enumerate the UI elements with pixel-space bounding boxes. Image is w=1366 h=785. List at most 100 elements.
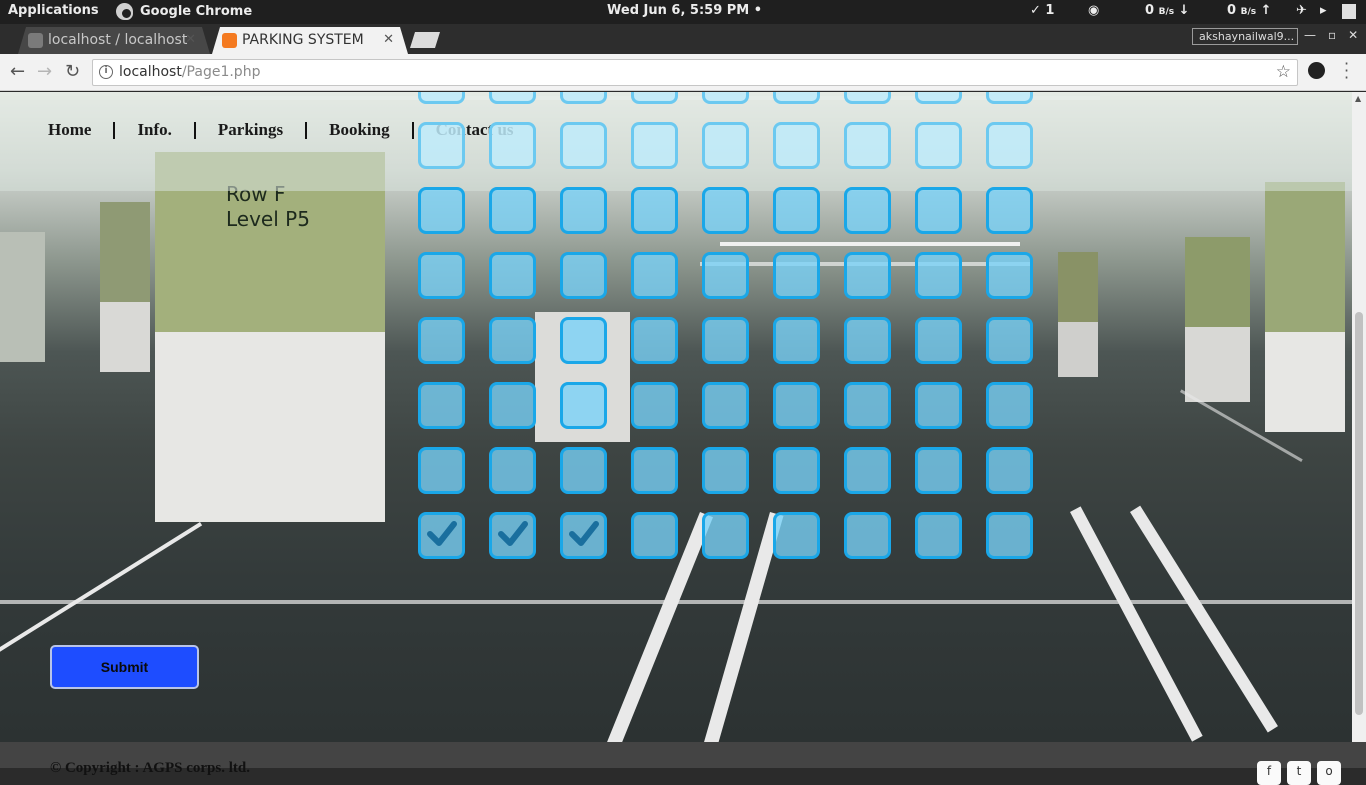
parking-slot-checkbox[interactable] xyxy=(773,252,820,299)
scroll-up-icon[interactable]: ▲ xyxy=(1355,94,1361,103)
tab-phpmyadmin[interactable]: localhost / localhost ✕ xyxy=(18,27,210,54)
nav-home[interactable]: Home xyxy=(48,120,91,140)
parking-slot-checkbox[interactable] xyxy=(773,317,820,364)
parking-slot-checkbox[interactable] xyxy=(844,122,891,169)
parking-slot-checkbox[interactable] xyxy=(489,317,536,364)
updates-indicator[interactable]: ✓ 1 xyxy=(1030,3,1054,18)
maximize-icon[interactable]: ▫ xyxy=(1328,28,1336,42)
parking-slot-checkbox[interactable] xyxy=(489,382,536,429)
parking-slot-checkbox[interactable] xyxy=(915,447,962,494)
parking-slot-checkbox[interactable] xyxy=(915,512,962,559)
close-tab-icon[interactable]: ✕ xyxy=(185,27,196,53)
close-tab-icon[interactable]: ✕ xyxy=(383,27,394,53)
parking-slot-checkbox[interactable] xyxy=(560,122,607,169)
parking-slot-checkbox[interactable] xyxy=(631,447,678,494)
twitter-icon[interactable]: t xyxy=(1287,761,1311,785)
parking-slot-checkbox[interactable] xyxy=(631,317,678,364)
parking-slot-checkbox[interactable] xyxy=(418,382,465,429)
parking-slot-checkbox[interactable] xyxy=(844,382,891,429)
parking-slot-checkbox[interactable] xyxy=(773,187,820,234)
parking-slot-checkbox[interactable] xyxy=(560,187,607,234)
parking-slot-checkbox[interactable] xyxy=(489,512,536,559)
parking-slot-checkbox[interactable] xyxy=(631,187,678,234)
parking-slot-checkbox[interactable] xyxy=(844,252,891,299)
parking-slot-checkbox[interactable] xyxy=(986,382,1033,429)
parking-slot-checkbox[interactable] xyxy=(915,252,962,299)
parking-slot-checkbox[interactable] xyxy=(560,382,607,429)
parking-slot-checkbox[interactable] xyxy=(915,317,962,364)
facebook-icon[interactable]: f xyxy=(1257,761,1281,785)
scrollbar-thumb[interactable] xyxy=(1355,312,1363,715)
parking-slot-checkbox[interactable] xyxy=(418,512,465,559)
active-app-menu[interactable]: Google Chrome xyxy=(116,3,252,20)
parking-slot-checkbox[interactable] xyxy=(418,187,465,234)
parking-slot-checkbox[interactable] xyxy=(702,317,749,364)
clock[interactable]: Wed Jun 6, 5:59 PM • xyxy=(607,3,762,18)
parking-slot-checkbox[interactable] xyxy=(560,92,607,104)
applications-menu[interactable]: Applications xyxy=(8,3,99,18)
address-bar[interactable]: i localhost/Page1.php ☆ xyxy=(92,59,1298,86)
parking-slot-checkbox[interactable] xyxy=(986,122,1033,169)
volume-icon[interactable]: ▸ xyxy=(1320,3,1327,18)
parking-slot-checkbox[interactable] xyxy=(631,252,678,299)
submit-button[interactable]: Submit xyxy=(50,645,199,689)
nav-parkings[interactable]: Parkings xyxy=(218,120,283,140)
forward-icon[interactable]: → xyxy=(37,61,52,82)
parking-slot-checkbox[interactable] xyxy=(631,512,678,559)
parking-slot-checkbox[interactable] xyxy=(915,187,962,234)
parking-slot-checkbox[interactable] xyxy=(986,317,1033,364)
parking-slot-checkbox[interactable] xyxy=(702,187,749,234)
parking-slot-checkbox[interactable] xyxy=(702,382,749,429)
battery-icon[interactable] xyxy=(1342,4,1356,19)
parking-slot-checkbox[interactable] xyxy=(560,447,607,494)
parking-slot-checkbox[interactable] xyxy=(986,187,1033,234)
airplane-icon[interactable]: ✈ xyxy=(1296,3,1307,18)
new-tab-button[interactable] xyxy=(410,32,440,48)
parking-slot-checkbox[interactable] xyxy=(418,447,465,494)
parking-slot-checkbox[interactable] xyxy=(773,122,820,169)
parking-slot-checkbox[interactable] xyxy=(560,512,607,559)
parking-slot-checkbox[interactable] xyxy=(844,317,891,364)
extension-icon[interactable] xyxy=(1308,62,1325,79)
parking-slot-checkbox[interactable] xyxy=(418,252,465,299)
site-info-icon[interactable]: i xyxy=(99,65,113,79)
chrome-menu-icon[interactable]: · · · xyxy=(1344,56,1349,86)
parking-slot-checkbox[interactable] xyxy=(489,187,536,234)
parking-slot-checkbox[interactable] xyxy=(702,122,749,169)
profile-button[interactable]: akshaynailwal9... xyxy=(1192,28,1298,45)
parking-slot-checkbox[interactable] xyxy=(489,252,536,299)
minimize-icon[interactable]: — xyxy=(1304,28,1316,42)
parking-slot-checkbox[interactable] xyxy=(418,317,465,364)
parking-slot-checkbox[interactable] xyxy=(915,382,962,429)
reload-icon[interactable]: ↻ xyxy=(65,61,80,82)
camera-icon[interactable]: ◉ xyxy=(1088,3,1099,18)
parking-slot-checkbox[interactable] xyxy=(915,122,962,169)
parking-slot-checkbox[interactable] xyxy=(418,122,465,169)
parking-slot-checkbox[interactable] xyxy=(702,252,749,299)
parking-slot-checkbox[interactable] xyxy=(702,92,749,104)
parking-slot-checkbox[interactable] xyxy=(844,447,891,494)
parking-slot-checkbox[interactable] xyxy=(702,512,749,559)
nav-booking[interactable]: Booking xyxy=(329,120,389,140)
parking-slot-checkbox[interactable] xyxy=(631,92,678,104)
parking-slot-checkbox[interactable] xyxy=(915,92,962,104)
parking-slot-checkbox[interactable] xyxy=(560,317,607,364)
parking-slot-checkbox[interactable] xyxy=(844,92,891,104)
parking-slot-checkbox[interactable] xyxy=(773,382,820,429)
parking-slot-checkbox[interactable] xyxy=(773,447,820,494)
parking-slot-checkbox[interactable] xyxy=(489,92,536,104)
parking-slot-checkbox[interactable] xyxy=(702,447,749,494)
page-scrollbar[interactable]: ▲ xyxy=(1352,92,1366,742)
parking-slot-checkbox[interactable] xyxy=(489,447,536,494)
parking-slot-checkbox[interactable] xyxy=(986,512,1033,559)
back-icon[interactable]: ← xyxy=(10,61,25,82)
parking-slot-checkbox[interactable] xyxy=(986,252,1033,299)
parking-slot-checkbox[interactable] xyxy=(773,92,820,104)
parking-slot-checkbox[interactable] xyxy=(418,92,465,104)
parking-slot-checkbox[interactable] xyxy=(489,122,536,169)
instagram-icon[interactable]: o xyxy=(1317,761,1341,785)
parking-slot-checkbox[interactable] xyxy=(844,512,891,559)
parking-slot-checkbox[interactable] xyxy=(631,122,678,169)
parking-slot-checkbox[interactable] xyxy=(631,382,678,429)
nav-info[interactable]: Info. xyxy=(137,120,171,140)
